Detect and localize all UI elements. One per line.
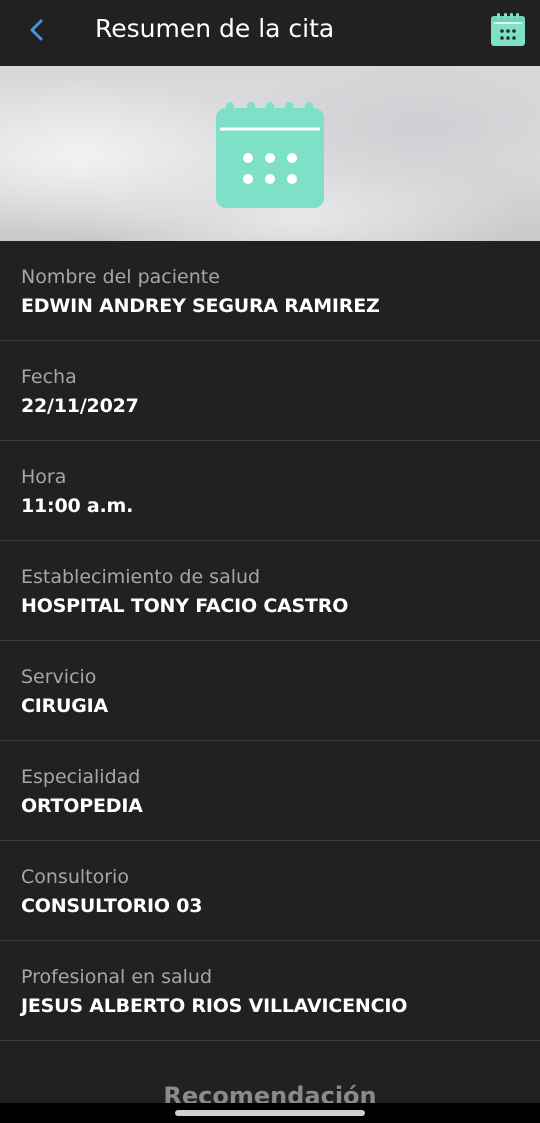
field-label: Hora bbox=[21, 466, 67, 488]
page-title: Resumen de la cita bbox=[95, 14, 335, 43]
field-value: JESUS ALBERTO RIOS VILLAVICENCIO bbox=[21, 995, 408, 1017]
field-label: Fecha bbox=[21, 366, 77, 388]
field-value: EDWIN ANDREY SEGURA RAMIREZ bbox=[21, 295, 380, 317]
back-button[interactable] bbox=[20, 12, 56, 48]
appointment-details-list: Nombre del paciente EDWIN ANDREY SEGURA … bbox=[0, 241, 540, 1041]
field-label: Nombre del paciente bbox=[21, 266, 220, 288]
health-professional-row: Profesional en salud JESUS ALBERTO RIOS … bbox=[0, 941, 540, 1041]
appointment-summary-screen: Resumen de la cita Nombre del paciente E… bbox=[0, 0, 540, 1123]
date-row: Fecha 22/11/2027 bbox=[0, 341, 540, 441]
header-banner bbox=[0, 66, 540, 241]
field-value: ORTOPEDIA bbox=[21, 795, 143, 817]
specialty-row: Especialidad ORTOPEDIA bbox=[0, 741, 540, 841]
field-value: 11:00 a.m. bbox=[21, 495, 134, 517]
field-value: 22/11/2027 bbox=[21, 395, 139, 417]
home-indicator[interactable] bbox=[175, 1110, 365, 1116]
calendar-icon bbox=[491, 13, 525, 46]
office-row: Consultorio CONSULTORIO 03 bbox=[0, 841, 540, 941]
top-app-bar: Resumen de la cita bbox=[0, 0, 540, 66]
time-row: Hora 11:00 a.m. bbox=[0, 441, 540, 541]
field-value: HOSPITAL TONY FACIO CASTRO bbox=[21, 595, 349, 617]
calendar-icon bbox=[216, 102, 324, 208]
patient-name-row: Nombre del paciente EDWIN ANDREY SEGURA … bbox=[0, 241, 540, 341]
field-value: CIRUGIA bbox=[21, 695, 109, 717]
field-label: Servicio bbox=[21, 666, 97, 688]
field-value: CONSULTORIO 03 bbox=[21, 895, 203, 917]
add-to-calendar-button[interactable] bbox=[490, 12, 526, 48]
health-facility-row: Establecimiento de salud HOSPITAL TONY F… bbox=[0, 541, 540, 641]
field-label: Especialidad bbox=[21, 766, 141, 788]
field-label: Profesional en salud bbox=[21, 966, 213, 988]
field-label: Establecimiento de salud bbox=[21, 566, 261, 588]
service-row: Servicio CIRUGIA bbox=[0, 641, 540, 741]
chevron-left-icon bbox=[30, 19, 43, 41]
field-label: Consultorio bbox=[21, 866, 129, 888]
